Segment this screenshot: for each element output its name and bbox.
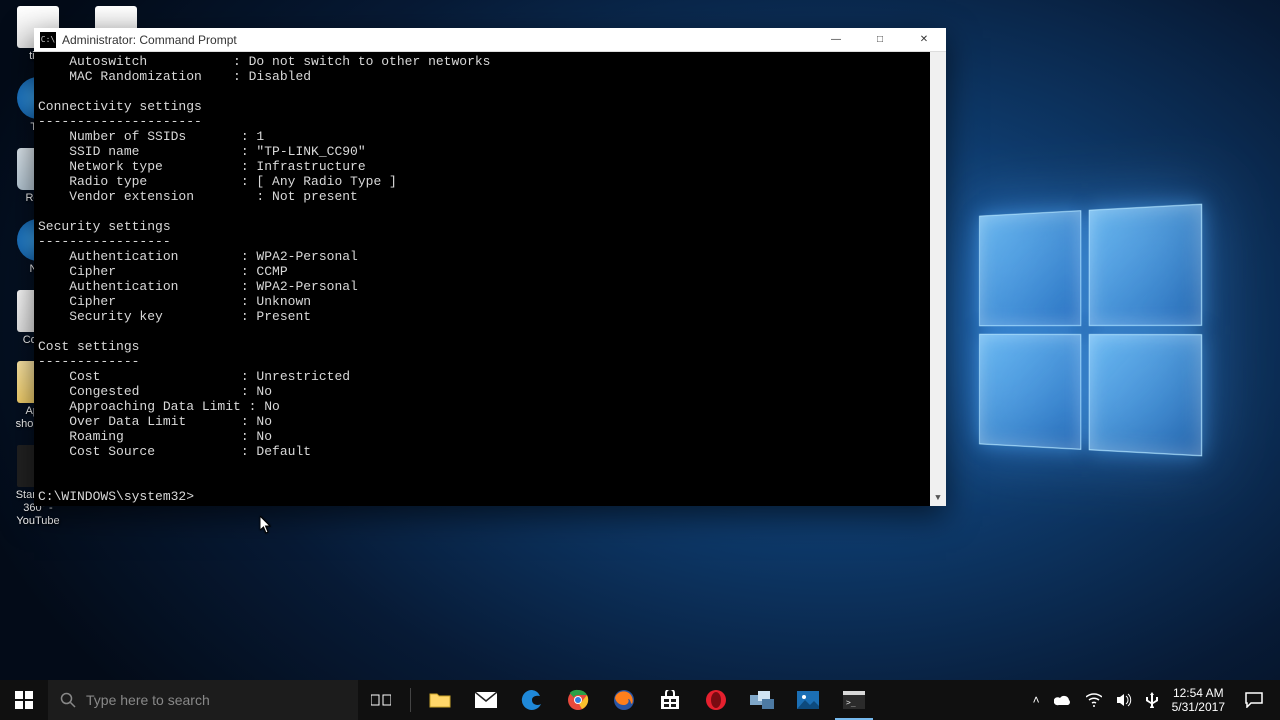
taskbar-clock[interactable]: 12:54 AM 5/31/2017 — [1165, 680, 1232, 720]
chrome-icon — [566, 688, 590, 712]
tray-network[interactable] — [1079, 680, 1109, 720]
scroll-track[interactable] — [930, 68, 946, 490]
taskbar-divider — [410, 688, 411, 712]
task-view-button[interactable] — [358, 680, 404, 720]
command-prompt-window: C:\ Administrator: Command Prompt — □ ✕ … — [34, 28, 946, 506]
search-input[interactable]: Type here to search — [48, 680, 358, 720]
usb-icon — [1146, 692, 1158, 708]
tray-usb[interactable] — [1139, 680, 1165, 720]
folder-icon — [428, 688, 452, 712]
window-titlebar[interactable]: C:\ Administrator: Command Prompt — □ ✕ — [34, 28, 946, 52]
taskbar-app-photos[interactable] — [785, 680, 831, 720]
windows-icon — [15, 691, 33, 709]
taskbar-app-file-explorer[interactable] — [417, 680, 463, 720]
search-placeholder: Type here to search — [86, 692, 210, 708]
chevron-up-icon: ˄ — [1033, 693, 1040, 707]
task-view-icon — [371, 693, 391, 707]
window-title: Administrator: Command Prompt — [62, 33, 237, 47]
system-tray: ˄ 12:54 AM 5/31/2017 — [1026, 680, 1280, 720]
scrollbar[interactable]: ▲ ▼ — [930, 52, 946, 506]
svg-text:>_: >_ — [846, 698, 856, 707]
terminal-output[interactable]: Autoswitch : Do not switch to other netw… — [34, 52, 946, 506]
speaker-icon — [1116, 693, 1132, 707]
tray-volume[interactable] — [1109, 680, 1139, 720]
taskbar-app-firefox[interactable] — [601, 680, 647, 720]
search-icon — [60, 692, 76, 708]
taskbar-app-edge[interactable] — [509, 680, 555, 720]
action-center-button[interactable] — [1232, 680, 1276, 720]
terminal-icon: >_ — [842, 688, 866, 712]
tray-overflow-button[interactable]: ˄ — [1026, 680, 1047, 720]
taskbar: Type here to search >_ ˄ 12:54 AM 5/31/2… — [0, 680, 1280, 720]
maximize-button[interactable]: □ — [858, 28, 902, 52]
boxes-icon — [750, 688, 774, 712]
taskbar-app-cmd[interactable]: >_ — [831, 680, 877, 720]
close-button[interactable]: ✕ — [902, 28, 946, 52]
cmd-icon: C:\ — [40, 32, 56, 48]
tray-onedrive[interactable] — [1047, 680, 1079, 720]
taskbar-app-chrome[interactable] — [555, 680, 601, 720]
opera-icon — [704, 688, 728, 712]
windows-logo-art — [979, 204, 1202, 457]
minimize-button[interactable]: — — [814, 28, 858, 52]
scroll-down-icon[interactable]: ▼ — [930, 490, 946, 506]
clock-date: 5/31/2017 — [1172, 700, 1225, 714]
mouse-cursor-icon — [260, 516, 272, 534]
mail-icon — [474, 688, 498, 712]
notification-icon — [1245, 692, 1263, 708]
edge-icon — [520, 688, 544, 712]
start-button[interactable] — [0, 680, 48, 720]
taskbar-app-mail[interactable] — [463, 680, 509, 720]
taskbar-app-opera[interactable] — [693, 680, 739, 720]
taskbar-app-store[interactable] — [647, 680, 693, 720]
photo-icon — [796, 688, 820, 712]
wifi-icon — [1086, 693, 1102, 707]
firefox-icon — [612, 688, 636, 712]
taskbar-app-vmware[interactable] — [739, 680, 785, 720]
clock-time: 12:54 AM — [1173, 686, 1224, 700]
store-icon — [658, 688, 682, 712]
cloud-icon — [1054, 694, 1072, 706]
